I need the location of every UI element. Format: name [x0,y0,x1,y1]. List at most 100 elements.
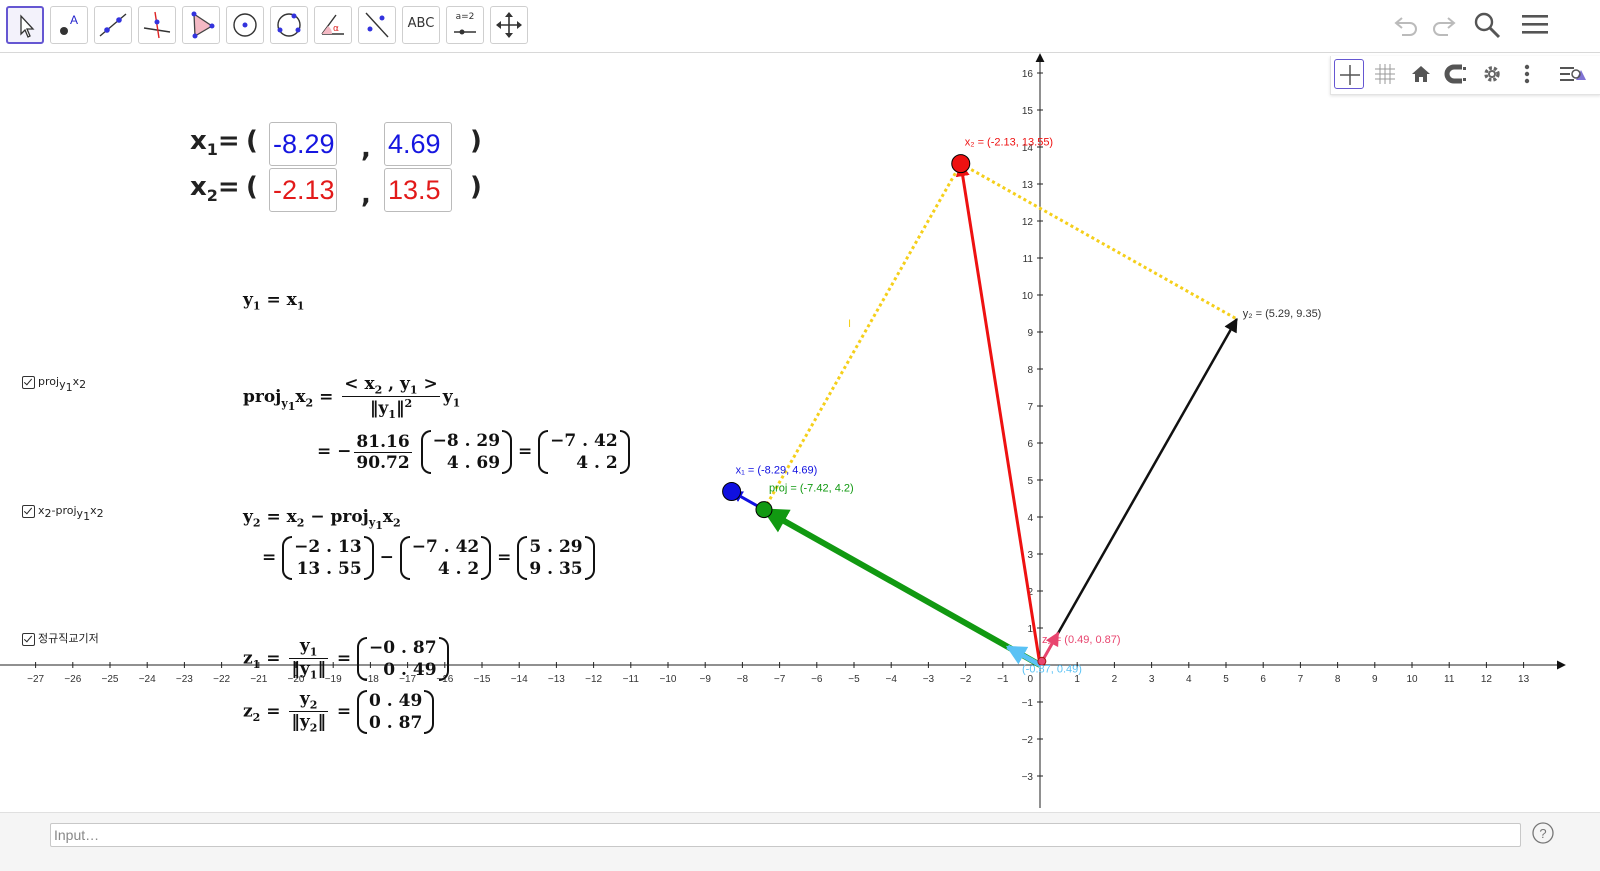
x-tick-label: 4 [1186,674,1192,685]
proj-checkbox-label: proj [38,375,60,388]
x-tick-label: 8 [1335,674,1341,685]
circle-tool-button[interactable] [226,6,264,44]
svg-text:α: α [333,24,339,34]
x-tick-label: 5 [1223,674,1229,685]
x-tick-label: −26 [64,674,81,685]
perpendicular-line-tool-button[interactable] [138,6,176,44]
x1-subscript: 1 [206,140,218,160]
y2-computation: = −2 . 13 13 . 55 − −7 . 42 4 . 2 = 5 . 29… [262,536,595,580]
x2-label: x2= [190,172,240,205]
y-tick-label: 9 [1027,328,1033,339]
z1-vector [1005,644,1042,668]
z2-equation: z2 = y2 ‖y2‖ = 0 . 49 0 . 87 [243,689,435,735]
text-tool-button[interactable]: ABC [402,6,440,44]
x-tick-label: 1 [1074,674,1080,685]
point-tool-button[interactable]: A [50,6,88,44]
y1-equation: y1 = x1 [243,290,305,313]
x-tick-label: 11 [1444,674,1455,685]
origin-label: 0 [1027,674,1033,685]
x-tick-label: −9 [699,674,711,685]
proj-matrix: −7 . 42 4 . 2 [399,536,492,580]
y1-sym: y [243,290,253,310]
dotted-projection-line [762,162,963,511]
z1-sym: z [243,648,253,669]
menu-icon[interactable] [1520,10,1550,40]
x2-open-paren: ( [246,172,258,202]
matrix-cell: −7 . 42 [411,537,480,557]
circle-three-points-icon [277,13,301,37]
x1-b-input[interactable]: 4.69 [384,122,452,166]
command-input[interactable] [50,823,1521,847]
x2-label: x₂ = (-2.13, 13.55) [965,137,1053,149]
x2-b-input[interactable]: 13.5 [384,168,452,212]
z1-equation: z1 = y1 ‖y1‖ = −0 . 87 0 . 49 [243,636,449,682]
help-glyph: ? [1539,826,1546,841]
move-graphics-view-button[interactable] [490,6,528,44]
slider-icon [454,29,476,35]
input-bar: ? [0,812,1600,871]
y2-equation: y2 = x2 − projy1x2 [243,507,401,533]
diff-checkbox-sub2: 2 [96,507,104,521]
move-view-icon [496,12,522,38]
x2-letter: x [190,172,207,202]
matrix-cell: 4 . 69 [446,453,501,473]
matrix-cell: 4 . 2 [576,453,618,473]
x2-point [951,154,971,174]
proj-label: proj = (-7.42, 4.2) [769,483,854,495]
proj-equation: projy1x2 = < x2 , y1 > ‖y1‖2 y1 [243,374,461,422]
reflect-tool-button[interactable] [358,6,396,44]
difference-checkbox[interactable]: x2-projy1x2 [22,504,104,523]
angle-tool-button[interactable]: α [314,6,352,44]
slider-tool-button[interactable]: a=2 [446,6,484,44]
proj-checkbox[interactable]: projy1x2 [22,375,86,394]
move-tool-button[interactable] [6,6,44,44]
matrix-cell: −0 . 87 [369,637,437,658]
polygon-icon [191,11,215,39]
redo-icon[interactable] [1428,10,1458,40]
x1-comma: , [361,134,371,164]
help-icon[interactable]: ? [1531,821,1555,845]
x2-comma: , [361,180,371,210]
matrix-cell: 5 . 29 [529,537,583,557]
x-tick-label: −4 [885,674,897,685]
proj-fraction: < x2 , y1 > ‖y1‖2 [342,374,440,422]
search-icon[interactable] [1472,10,1502,40]
undo-icon[interactable] [1392,10,1422,40]
diff-checkbox-sub1: 1 [83,510,91,524]
x2-a-input[interactable]: -2.13 [269,168,337,212]
proj-computation: = −81.16 90.72 −8 . 29 4 . 69 = −7 . 42 4 .… [317,430,630,474]
proj-result-matrix: −7 . 42 4 . 2 [538,430,630,474]
checkbox-checked-icon[interactable] [22,632,35,646]
y1-sub: 1 [252,299,261,313]
coordinate-plane[interactable]: −27 −26 −25 −24 −23 −22 −21 −20 −19 −18 −17 −16 −15−… [0,52,1600,812]
x1-label: x1= [190,126,240,159]
toolbar: A α ABC a=2 [0,0,1600,53]
x2-equals: = [217,172,240,202]
checkbox-checked-icon[interactable] [22,375,35,389]
matrix-cell: −2 . 13 [294,537,362,557]
matrix-cell: −7 . 42 [550,431,618,451]
y-tick-label: −2 [1022,735,1034,746]
matrix-cell: −8 . 29 [432,431,501,451]
polygon-tool-button[interactable] [182,6,220,44]
graphics-view[interactable]: −27 −26 −25 −24 −23 −22 −21 −20 −19 −18 −17 −16 −15−… [0,52,1600,812]
dotted-y2-line [960,162,1238,321]
reflect-line-icon [365,12,389,38]
circle-three-points-tool-button[interactable] [270,6,308,44]
y2-result-matrix: 5 . 29 9 . 35 [517,536,595,580]
checkbox-checked-icon[interactable] [22,504,35,518]
line-tool-button[interactable] [94,6,132,44]
x1-a-input[interactable]: -8.29 [269,122,337,166]
matrix-cell: 4 . 2 [437,559,480,579]
y-tick-label: 7 [1027,402,1033,413]
x-tick-label: −3 [923,674,935,685]
x-tick-label: −2 [960,674,972,685]
y-tick-label: 3 [1027,550,1033,561]
matrix-cell: 13 . 55 [296,559,362,579]
x-tick-label: −5 [848,674,860,685]
x-tick-label: 13 [1518,674,1530,685]
y-tick-label: 5 [1027,476,1033,487]
x1-matrix: −8 . 29 4 . 69 [420,430,513,474]
x-tick-label: −1 [997,674,1009,685]
orthonormal-basis-checkbox[interactable]: 정규직교기저 [22,630,99,646]
